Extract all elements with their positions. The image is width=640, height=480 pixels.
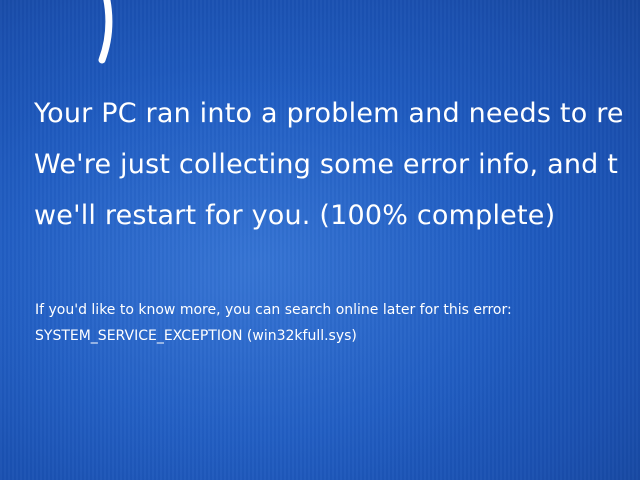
sad-face-mouth (98, 0, 113, 64)
error-message-line-2: We're just collecting some error info, a… (34, 149, 619, 180)
error-message: Your PC ran into a problem and needs to … (34, 88, 640, 241)
error-message-line-1: Your PC ran into a problem and needs to … (34, 98, 624, 129)
sad-face-icon (22, 0, 132, 68)
stop-code: SYSTEM_SERVICE_EXCEPTION (win32kfull.sys… (35, 328, 357, 344)
error-message-line-3: we'll restart for you. (100% complete) (34, 200, 556, 231)
help-text: If you'd like to know more, you can sear… (35, 302, 512, 318)
error-details: If you'd like to know more, you can sear… (35, 297, 512, 349)
